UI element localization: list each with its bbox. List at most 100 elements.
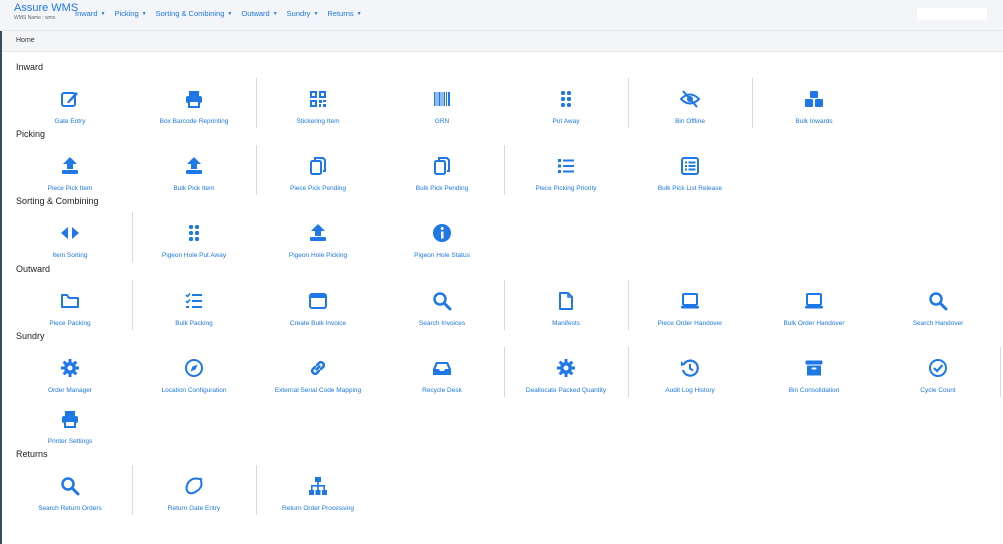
tile-piece-order-handover[interactable]: Piece Order Handover: [628, 278, 752, 334]
tile-label: Pigeon Hole Status: [414, 252, 470, 259]
tile-external-serial-code-mapping[interactable]: External Serial Code Mapping: [256, 345, 380, 401]
inbox-icon: [431, 357, 453, 379]
breadcrumb-home[interactable]: Home: [16, 37, 35, 44]
nav-label: Picking: [114, 9, 139, 18]
compass-icon: [183, 357, 205, 379]
tile-search-invoices[interactable]: Search Invoices: [380, 278, 504, 334]
nav-label: Sorting & Combining: [155, 9, 225, 18]
cubes-icon: [803, 88, 825, 110]
tile-label: Location Configuration: [161, 387, 227, 394]
nav-outward[interactable]: Outward ▼: [241, 9, 277, 18]
tile-label: Printer Settings: [47, 438, 93, 445]
tile-label: Stickering Item: [296, 118, 340, 125]
tile-label: Bulk Pick Item: [173, 185, 215, 192]
tile-piece-picking-priority[interactable]: Piece Picking Priority: [504, 143, 628, 199]
tile-grn[interactable]: GRN: [380, 76, 504, 132]
tile-piece-pick-pending[interactable]: Piece Pick Pending: [256, 143, 380, 199]
nav-sundry[interactable]: Sundry ▼: [287, 9, 319, 18]
tile-label: Create Bulk Invoice: [289, 320, 347, 327]
tile-label: Bulk Packing: [175, 320, 213, 327]
tile-bulk-order-handover[interactable]: Bulk Order Handover: [752, 278, 876, 334]
archive-icon: [803, 357, 825, 379]
tile-manifests[interactable]: Manifests: [504, 278, 628, 334]
printer-icon: [59, 408, 81, 430]
tile-bin-consolidation[interactable]: Bin Consolidation: [752, 345, 876, 401]
tile-label: Pigeon Hole Put Away: [161, 252, 227, 259]
nav-sorting-combining[interactable]: Sorting & Combining ▼: [156, 9, 233, 18]
tile-label: Gate Entry: [54, 118, 86, 125]
window-icon: [307, 290, 329, 312]
link-icon: [307, 357, 329, 379]
tile-piece-pick-item[interactable]: Piece Pick Item: [8, 143, 132, 199]
tile-bin-offline[interactable]: Bin Offline: [628, 76, 752, 132]
section-title-sorting-and-combining: Sorting & Combining: [16, 196, 99, 206]
nav-returns[interactable]: Returns ▼: [327, 9, 361, 18]
nav-label: Inward: [75, 9, 98, 18]
tile-pigeon-hole-put-away[interactable]: Pigeon Hole Put Away: [132, 210, 256, 266]
copy-icon: [307, 155, 329, 177]
caret-down-icon: ▼: [141, 10, 147, 17]
brand[interactable]: Assure WMS WMS Name : wms: [14, 2, 78, 22]
folder-icon: [59, 290, 81, 312]
tile-bulk-inwards[interactable]: Bulk Inwards: [752, 76, 876, 132]
app-subtitle: WMS Name : wms: [14, 15, 56, 21]
tile-return-gate-entry[interactable]: Return Gate Entry: [132, 463, 256, 519]
tile-bulk-pick-item[interactable]: Bulk Pick Item: [132, 143, 256, 199]
tile-label: Piece Picking Priority: [535, 185, 597, 192]
tile-label: Piece Packing: [49, 320, 91, 327]
printer-icon: [183, 88, 205, 110]
tile-printer-settings[interactable]: Printer Settings: [8, 396, 132, 452]
nav-picking[interactable]: Picking ▼: [114, 9, 146, 18]
tile-stickering-item[interactable]: Stickering Item: [256, 76, 380, 132]
search-icon: [927, 290, 949, 312]
edit-icon: [59, 88, 81, 110]
tile-label: Bulk Inwards: [795, 118, 833, 125]
nav-inward[interactable]: Inward ▼: [75, 9, 105, 18]
list-alt-icon: [679, 155, 701, 177]
tile-return-order-processing[interactable]: Return Order Processing: [256, 463, 380, 519]
tile-search-handover[interactable]: Search Handover: [876, 278, 1000, 334]
tile-bulk-pick-pending[interactable]: Bulk Pick Pending: [380, 143, 504, 199]
tile-item-sorting[interactable]: Item Sorting: [8, 210, 132, 266]
tile-recycle-desk[interactable]: Recycle Desk: [380, 345, 504, 401]
tile-cycle-count[interactable]: Cycle Count: [876, 345, 1000, 401]
laptop-icon: [803, 290, 825, 312]
upload-icon: [307, 222, 329, 244]
arrows-h-icon: [59, 222, 81, 244]
tile-location-configuration[interactable]: Location Configuration: [132, 345, 256, 401]
top-search-box[interactable]: [917, 8, 987, 20]
tile-pigeon-hole-status[interactable]: Pigeon Hole Status: [380, 210, 504, 266]
tile-create-bulk-invoice[interactable]: Create Bulk Invoice: [256, 278, 380, 334]
upload-icon: [183, 155, 205, 177]
tile-label: Piece Pick Item: [47, 185, 93, 192]
tile-bulk-pick-list-release[interactable]: Bulk Pick List Release: [628, 143, 752, 199]
tile-label: Piece Order Handover: [657, 320, 723, 327]
main-nav: Inward ▼ Picking ▼ Sorting & Combining ▼ Ou…: [75, 9, 362, 18]
tile-bulk-packing[interactable]: Bulk Packing: [132, 278, 256, 334]
tile-label: Deallocate Packed Quantity: [525, 387, 607, 394]
nav-label: Sundry: [286, 9, 311, 18]
upload-icon: [59, 155, 81, 177]
tile-deallocate-packed-quantity[interactable]: Deallocate Packed Quantity: [504, 345, 628, 401]
tile-label: GRN: [434, 118, 450, 125]
tile-label: Recycle Desk: [422, 387, 462, 394]
section-title-inward: Inward: [16, 62, 44, 72]
tile-search-return-orders[interactable]: Search Return Orders: [8, 463, 132, 519]
tile-order-manager[interactable]: Order Manager: [8, 345, 132, 401]
tile-label: Bin Consolidation: [788, 387, 840, 394]
tile-label: Put Away: [552, 118, 580, 125]
tile-gate-entry[interactable]: Gate Entry: [8, 76, 132, 132]
tile-put-away[interactable]: Put Away: [504, 76, 628, 132]
tile-pigeon-hole-picking[interactable]: Pigeon Hole Picking: [256, 210, 380, 266]
tile-audit-log-history[interactable]: Audit Log History: [628, 345, 752, 401]
section-title-returns: Returns: [16, 449, 48, 459]
caret-down-icon: ▼: [272, 10, 278, 17]
tile-label: Search Handover: [912, 320, 964, 327]
tile-label: Item Sorting: [52, 252, 88, 259]
tile-piece-packing[interactable]: Piece Packing: [8, 278, 132, 334]
caret-down-icon: ▼: [313, 10, 319, 17]
sitemap-icon: [307, 475, 329, 497]
tile-label: Order Manager: [47, 387, 93, 394]
tile-box-barcode-reprinting[interactable]: Box Barcode Reprinting: [132, 76, 256, 132]
tile-label: Bin Offline: [675, 118, 705, 125]
